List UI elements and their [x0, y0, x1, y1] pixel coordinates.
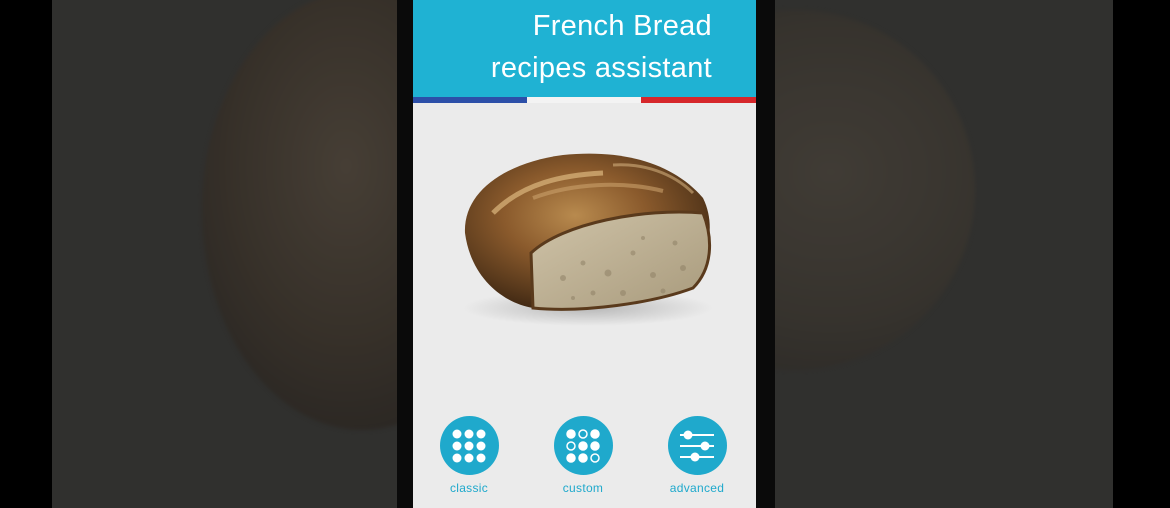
grid-dots-mixed-icon — [566, 428, 600, 463]
phone-bezel-right — [756, 0, 775, 508]
classic-label: classic — [449, 481, 489, 495]
grid-dots-icon — [452, 429, 486, 462]
phone-bezel-left — [397, 0, 413, 508]
custom-button[interactable]: custom — [538, 412, 628, 508]
app-header: French Bread recipes assistant — [413, 0, 756, 97]
app-screen: French Bread recipes assistant classic c… — [413, 0, 756, 508]
advanced-label: advanced — [669, 481, 725, 495]
bread-loaf-image — [413, 103, 756, 403]
advanced-button[interactable]: advanced — [652, 412, 742, 508]
custom-label: custom — [562, 481, 604, 495]
app-subtitle: recipes assistant — [490, 52, 712, 84]
classic-button[interactable]: classic — [424, 412, 514, 508]
blurred-backdrop-right — [775, 0, 1113, 508]
sliders-icon — [680, 430, 714, 461]
blurred-backdrop-left — [52, 0, 397, 508]
bread-illustration — [463, 153, 713, 326]
app-title: French Bread — [532, 10, 712, 42]
action-bar: classic custom advanced — [413, 412, 756, 508]
